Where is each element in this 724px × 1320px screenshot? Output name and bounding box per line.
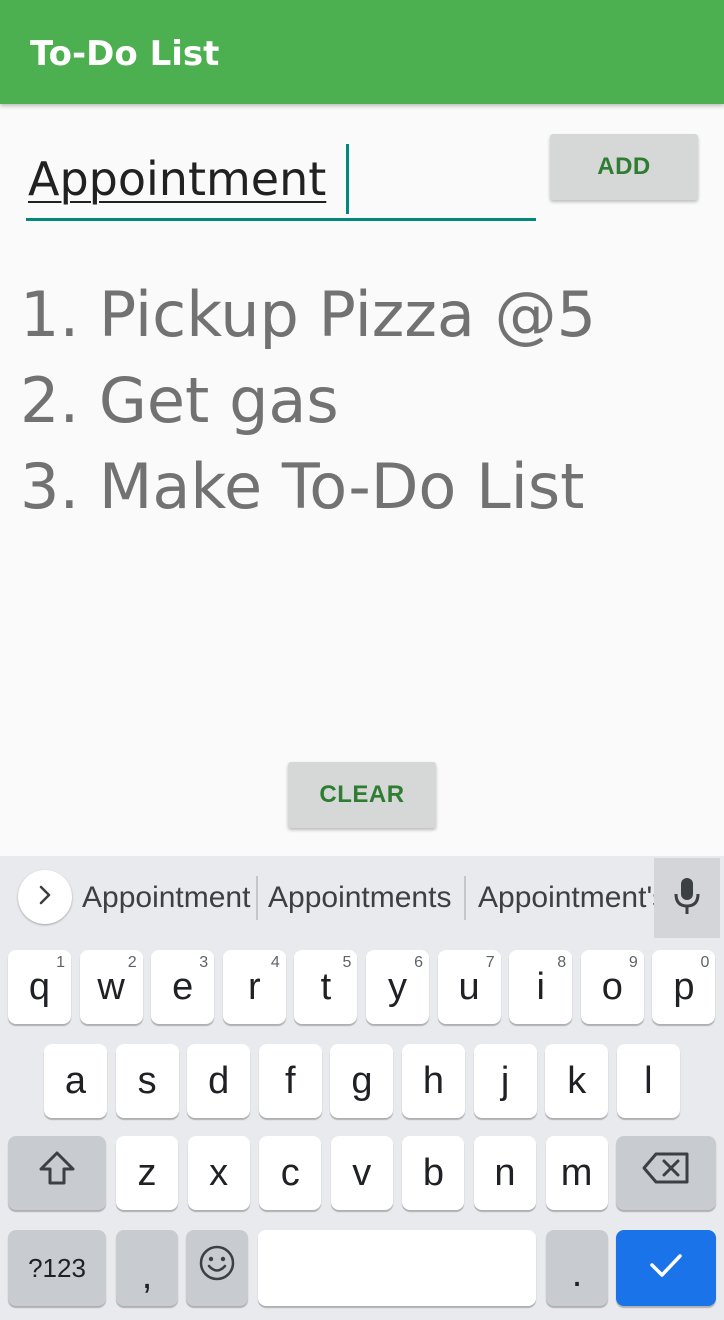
microphone-icon bbox=[673, 876, 701, 920]
key-label: w bbox=[97, 965, 125, 1008]
key-label: x bbox=[209, 1151, 229, 1194]
suggestion-divider bbox=[464, 876, 466, 920]
task-input[interactable] bbox=[26, 140, 538, 218]
key-label: g bbox=[351, 1059, 373, 1102]
key-label: j bbox=[500, 1059, 510, 1102]
letter-key[interactable]: k bbox=[545, 1044, 609, 1118]
letter-key[interactable]: g bbox=[330, 1044, 394, 1118]
suggestion-bar: Appointment Appointments Appointment's bbox=[0, 856, 724, 940]
key-number-hint: 5 bbox=[342, 954, 352, 971]
symbols-key[interactable]: ?123 bbox=[8, 1230, 106, 1306]
key-label: f bbox=[285, 1059, 296, 1102]
text-cursor bbox=[346, 144, 349, 214]
key-number-hint: 3 bbox=[199, 954, 209, 971]
space-key[interactable] bbox=[258, 1230, 536, 1306]
letter-key[interactable]: e3 bbox=[151, 950, 215, 1024]
list-item: 2. Get gas bbox=[20, 364, 339, 437]
key-label: c bbox=[280, 1151, 300, 1194]
letter-key[interactable]: v bbox=[330, 1136, 393, 1210]
key-label: m bbox=[560, 1151, 593, 1194]
suggestion-item[interactable]: Appointments bbox=[268, 876, 451, 920]
key-label: l bbox=[644, 1059, 653, 1102]
key-number-hint: 2 bbox=[127, 954, 137, 971]
backspace-icon bbox=[642, 1151, 690, 1195]
letter-key[interactable]: r4 bbox=[222, 950, 286, 1024]
key-label: e bbox=[172, 965, 194, 1008]
letter-key[interactable]: b bbox=[402, 1136, 465, 1210]
emoji-icon bbox=[198, 1244, 236, 1292]
app-bar: To-Do List bbox=[0, 0, 724, 104]
letter-key[interactable]: w2 bbox=[79, 950, 143, 1024]
suggestion-item[interactable]: Appointment's bbox=[478, 876, 667, 920]
letter-key[interactable]: s bbox=[115, 1044, 179, 1118]
letter-key[interactable]: j bbox=[473, 1044, 537, 1118]
expand-suggestions-button[interactable] bbox=[18, 870, 72, 924]
letter-key[interactable]: x bbox=[187, 1136, 250, 1210]
chevron-right-icon bbox=[35, 883, 55, 911]
voice-input-button[interactable] bbox=[654, 858, 720, 938]
key-label: n bbox=[494, 1151, 516, 1194]
key-number-hint: 6 bbox=[414, 954, 423, 971]
shift-icon bbox=[37, 1148, 77, 1198]
letter-key[interactable]: d bbox=[187, 1044, 251, 1118]
enter-key[interactable] bbox=[616, 1230, 716, 1306]
letter-key[interactable]: a bbox=[44, 1044, 107, 1118]
key-label: o bbox=[601, 965, 623, 1008]
clear-button[interactable]: CLEAR bbox=[288, 762, 436, 828]
letter-key[interactable]: t5 bbox=[294, 950, 358, 1024]
letter-key[interactable]: c bbox=[259, 1136, 322, 1210]
letter-key[interactable]: z bbox=[116, 1136, 178, 1210]
key-number-hint: 9 bbox=[628, 954, 638, 971]
soft-keyboard: Appointment Appointments Appointment's ?… bbox=[0, 856, 724, 1320]
key-label: a bbox=[64, 1059, 87, 1102]
letter-key[interactable]: f bbox=[258, 1044, 322, 1118]
letter-key[interactable]: h bbox=[402, 1044, 465, 1118]
letter-key[interactable]: o9 bbox=[580, 950, 644, 1024]
key-number-hint: 7 bbox=[485, 954, 495, 971]
letter-key[interactable]: q1 bbox=[8, 950, 71, 1024]
key-number-hint: 0 bbox=[700, 954, 710, 971]
key-label: k bbox=[567, 1059, 587, 1102]
suggestion-divider bbox=[256, 876, 258, 920]
backspace-key[interactable] bbox=[616, 1136, 716, 1210]
key-number-hint: 1 bbox=[56, 954, 65, 971]
letter-key[interactable]: u7 bbox=[437, 950, 501, 1024]
key-label: b bbox=[422, 1151, 444, 1194]
task-input-container[interactable] bbox=[26, 140, 538, 224]
key-label: v bbox=[352, 1151, 372, 1194]
letter-key[interactable]: m bbox=[545, 1136, 608, 1210]
key-label: p bbox=[673, 965, 695, 1008]
key-label: d bbox=[208, 1059, 230, 1102]
suggestion-item[interactable]: Appointment bbox=[82, 876, 250, 920]
key-label: q bbox=[28, 965, 51, 1008]
letter-key[interactable]: p0 bbox=[652, 950, 716, 1024]
emoji-key[interactable] bbox=[186, 1230, 248, 1306]
key-label: z bbox=[137, 1151, 157, 1194]
input-underline bbox=[26, 218, 536, 221]
key-label: u bbox=[458, 965, 480, 1008]
list-item: 1. Pickup Pizza @5 bbox=[20, 278, 597, 351]
letter-key[interactable]: l bbox=[616, 1044, 680, 1118]
key-label: s bbox=[137, 1059, 157, 1102]
key-number-hint: 4 bbox=[270, 954, 280, 971]
comma-key[interactable]: , bbox=[116, 1230, 178, 1306]
app-title: To-Do List bbox=[30, 34, 220, 74]
key-label: i bbox=[536, 965, 545, 1008]
key-label: t bbox=[320, 965, 332, 1008]
key-number-hint: 8 bbox=[557, 954, 567, 971]
add-button[interactable]: ADD bbox=[550, 134, 698, 200]
period-key[interactable]: . bbox=[546, 1230, 608, 1306]
key-label: h bbox=[422, 1059, 445, 1102]
letter-key[interactable]: y6 bbox=[366, 950, 429, 1024]
letter-key[interactable]: n bbox=[474, 1136, 536, 1210]
key-label: y bbox=[388, 965, 407, 1008]
letter-key[interactable]: i8 bbox=[509, 950, 573, 1024]
list-item: 3. Make To-Do List bbox=[20, 450, 585, 523]
todo-list: 1. Pickup Pizza @5 2. Get gas 3. Make To… bbox=[20, 272, 720, 530]
checkmark-icon bbox=[646, 1247, 686, 1290]
shift-key[interactable] bbox=[8, 1136, 106, 1210]
key-label: r bbox=[247, 965, 261, 1008]
